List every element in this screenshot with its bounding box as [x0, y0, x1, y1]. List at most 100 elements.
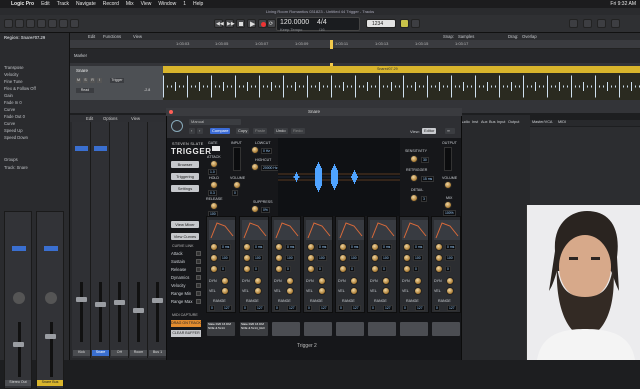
menu-mix[interactable]: Mix	[126, 1, 134, 7]
inspector-curve-2[interactable]: Curve	[4, 121, 15, 126]
automation-mode[interactable]: Read	[76, 88, 94, 93]
record-enable-button[interactable]: R	[90, 78, 95, 83]
inspector-fade-out[interactable]: Fade Out 0	[4, 114, 25, 119]
slot-knob-1[interactable]	[275, 243, 283, 251]
stop-button[interactable]	[236, 19, 245, 28]
dyn-knob[interactable]	[446, 277, 454, 285]
inspector-fine-tune[interactable]: Fine Tune	[4, 79, 23, 84]
undo-button[interactable]: Undo	[274, 128, 288, 134]
dyn-knob[interactable]	[254, 277, 262, 285]
tab-output[interactable]: Output	[508, 120, 519, 124]
range-max-value[interactable]: 127	[383, 305, 393, 311]
ruler[interactable]: 1:03:03 1:03:05 1:03:07 1:03:09 1:03:11 …	[70, 40, 640, 49]
retrigger-knob[interactable]	[410, 174, 418, 182]
inspector-transpose[interactable]: Transpose	[4, 65, 24, 70]
tab-bus[interactable]: Bus	[489, 120, 496, 124]
output-volume-knob[interactable]	[444, 181, 452, 189]
track-header-snare[interactable]: Snare M S R I Trigger Read -2.8	[70, 66, 163, 100]
curve-release-checkbox[interactable]	[196, 267, 201, 272]
pan-knob-2[interactable]	[45, 292, 57, 304]
inspector-speed-up[interactable]: Speed Up	[4, 128, 23, 133]
fader-cap[interactable]	[133, 308, 144, 313]
slot-knob-3[interactable]	[307, 265, 315, 273]
compare-button[interactable]: Compare	[210, 128, 231, 134]
sample-slot[interactable]: 0 ms 100 0 DYN VEL RANGE 0 127	[239, 216, 269, 313]
drag-value[interactable]: Overlap	[522, 34, 537, 39]
range-min-value[interactable]: 0	[306, 305, 312, 311]
slot-knob-1[interactable]	[435, 243, 443, 251]
sample-slot[interactable]: 0 ms 100 0 DYN VEL RANGE 0 127	[206, 216, 236, 313]
envelope-display[interactable]	[434, 220, 460, 240]
vel-knob[interactable]	[382, 287, 390, 295]
range-max-value[interactable]: 127	[255, 305, 265, 311]
slot-knob-1[interactable]	[403, 243, 411, 251]
inspector-curve[interactable]: Curve	[4, 107, 15, 112]
slot-knob-2[interactable]	[243, 254, 251, 262]
envelope-display[interactable]	[209, 220, 235, 240]
lowcut-knob[interactable]	[251, 146, 259, 154]
mixer-options-menu[interactable]: Options	[103, 116, 117, 121]
tuner-button[interactable]	[400, 19, 409, 28]
mixer-button[interactable]	[59, 19, 68, 28]
slot-knob-2[interactable]	[371, 254, 379, 262]
curve-sustain-checkbox[interactable]	[196, 259, 201, 264]
fader-cap-2[interactable]	[45, 334, 56, 339]
inspector-button[interactable]	[15, 19, 24, 28]
slot-knob-1[interactable]	[371, 243, 379, 251]
browser-button[interactable]: Browser	[171, 161, 199, 168]
power-icon[interactable]	[171, 120, 183, 132]
help-button[interactable]	[26, 19, 35, 28]
curve-velocity-checkbox[interactable]	[196, 283, 201, 288]
settings-button[interactable]: Settings	[171, 185, 199, 192]
lcd-display[interactable]: 120.0000 Keep Tempo 4/4 /16	[276, 17, 360, 32]
vel-knob[interactable]	[286, 287, 294, 295]
dyn-knob[interactable]	[318, 277, 326, 285]
slot-knob-1[interactable]	[307, 243, 315, 251]
inspector-groups[interactable]: Groups	[4, 157, 18, 162]
sample-load-slot[interactable]: Slate R20 16 DM NOE & 5x14	[207, 322, 235, 336]
suppress-knob[interactable]	[251, 205, 259, 213]
slot-knob-2[interactable]	[435, 254, 443, 262]
dyn-knob[interactable]	[221, 277, 229, 285]
inspector-flex[interactable]: Flex & Follow Off	[4, 86, 36, 91]
toolbar-button[interactable]	[37, 19, 46, 28]
sample-slot[interactable]: 0 ms 100 0 DYN VEL RANGE 0 127	[431, 216, 461, 313]
clear-buffer-button[interactable]: CLEAR BUFFER	[171, 330, 201, 337]
preset-menu[interactable]: Manual	[189, 119, 241, 125]
inspector-fade-in[interactable]: Fade In 0	[4, 100, 22, 105]
slot-knob-1[interactable]	[339, 243, 347, 251]
sample-load-slot[interactable]	[368, 322, 396, 336]
sample-load-slot[interactable]	[432, 322, 460, 336]
inspector-gain[interactable]: Gain	[4, 93, 13, 98]
rewind-button[interactable]: ◀◀	[214, 19, 224, 28]
solo-button[interactable]: S	[83, 78, 88, 83]
redo-button[interactable]: Redo	[291, 128, 305, 134]
range-max-value[interactable]: 127	[222, 305, 232, 311]
dyn-knob[interactable]	[350, 277, 358, 285]
input-monitor-button[interactable]: I	[97, 78, 102, 83]
menu-track[interactable]: Track	[57, 1, 69, 7]
tab-aux[interactable]: Aux	[481, 120, 488, 124]
envelope-display[interactable]	[370, 220, 396, 240]
sample-slot[interactable]: 0 ms 100 0 DYN VEL RANGE 0 127	[399, 216, 429, 313]
audio-region-header[interactable]: Snare#07.29	[163, 66, 640, 73]
mixer-edit-menu[interactable]: Edit	[86, 116, 93, 121]
insert-slot[interactable]	[94, 146, 107, 151]
vel-knob[interactable]	[221, 287, 229, 295]
copy-button[interactable]: Copy	[236, 128, 250, 134]
menu-record[interactable]: Record	[103, 1, 119, 7]
slot-knob-3[interactable]	[275, 265, 283, 273]
trigger-waveform-display[interactable]	[278, 138, 400, 216]
mix-knob[interactable]	[444, 201, 452, 209]
close-icon[interactable]	[169, 110, 173, 114]
range-min-value[interactable]: 0	[434, 305, 440, 311]
sample-slot[interactable]: 0 ms 100 0 DYN VEL RANGE 0 127	[367, 216, 397, 313]
range-max-value[interactable]: 127	[415, 305, 425, 311]
forward-button[interactable]: ▶▶	[225, 19, 235, 28]
sample-load-slot[interactable]	[272, 322, 300, 336]
cycle-button[interactable]: ⟳	[267, 19, 276, 28]
tab-input[interactable]: Input	[497, 120, 505, 124]
sensitivity-knob[interactable]	[410, 155, 418, 163]
dyn-knob[interactable]	[286, 277, 294, 285]
vel-knob[interactable]	[446, 287, 454, 295]
